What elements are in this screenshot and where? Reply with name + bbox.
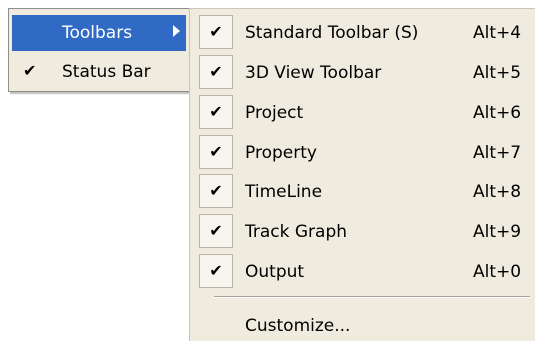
checkmark-icon: ✔ bbox=[199, 214, 233, 248]
submenu-item-label: Project bbox=[245, 103, 304, 123]
shortcut-label: Alt+7 bbox=[473, 143, 522, 163]
submenu-item-label: Track Graph bbox=[245, 222, 348, 242]
submenu-item-standard-toolbar[interactable]: ✔ Standard Toolbar (S) Alt+4 bbox=[190, 15, 536, 51]
menu-separator bbox=[214, 296, 530, 298]
shortcut-label: Alt+9 bbox=[473, 222, 522, 242]
submenu-arrow-icon bbox=[173, 25, 180, 37]
submenu-item-project[interactable]: ✔ Project Alt+6 bbox=[190, 95, 536, 131]
submenu-item-label: Property bbox=[245, 143, 317, 163]
checkmark-icon: ✔ bbox=[199, 95, 233, 129]
menu-item-status-bar[interactable]: ✔ Status Bar bbox=[12, 54, 186, 90]
submenu-item-3d-view-toolbar[interactable]: ✔ 3D View Toolbar Alt+5 bbox=[190, 55, 536, 91]
shortcut-label: Alt+8 bbox=[473, 182, 522, 202]
submenu-item-label: 3D View Toolbar bbox=[245, 63, 382, 83]
submenu-item-output[interactable]: ✔ Output Alt+0 bbox=[190, 254, 536, 290]
menu-item-status-bar-label: Status Bar bbox=[62, 62, 151, 82]
checkmark-icon: ✔ bbox=[199, 135, 233, 169]
shortcut-label: Alt+0 bbox=[473, 262, 522, 282]
checkmark-icon: ✔ bbox=[199, 55, 233, 89]
submenu-item-property[interactable]: ✔ Property Alt+7 bbox=[190, 135, 536, 171]
checkmark-icon: ✔ bbox=[23, 61, 37, 80]
submenu-item-label: TimeLine bbox=[245, 182, 323, 202]
menu-item-toolbars[interactable]: Toolbars bbox=[12, 15, 186, 51]
submenu-item-track-graph[interactable]: ✔ Track Graph Alt+9 bbox=[190, 214, 536, 250]
customize-menu-item[interactable]: Customize... bbox=[245, 316, 350, 336]
submenu-item-label: Output bbox=[245, 262, 305, 282]
submenu-item-timeline[interactable]: ✔ TimeLine Alt+8 bbox=[190, 174, 536, 210]
menu-item-toolbars-label: Toolbars bbox=[62, 23, 133, 43]
checkmark-icon: ✔ bbox=[199, 254, 233, 288]
shortcut-label: Alt+4 bbox=[473, 23, 522, 43]
shortcut-label: Alt+5 bbox=[473, 63, 522, 83]
checkmark-icon: ✔ bbox=[199, 15, 233, 49]
view-menu: Toolbars ✔ Status Bar bbox=[8, 8, 190, 92]
checkmark-icon: ✔ bbox=[199, 174, 233, 208]
shortcut-label: Alt+6 bbox=[473, 103, 522, 123]
submenu-item-label: Standard Toolbar (S) bbox=[245, 23, 419, 43]
toolbars-submenu: ✔ Standard Toolbar (S) Alt+4 ✔ 3D View T… bbox=[189, 8, 535, 341]
